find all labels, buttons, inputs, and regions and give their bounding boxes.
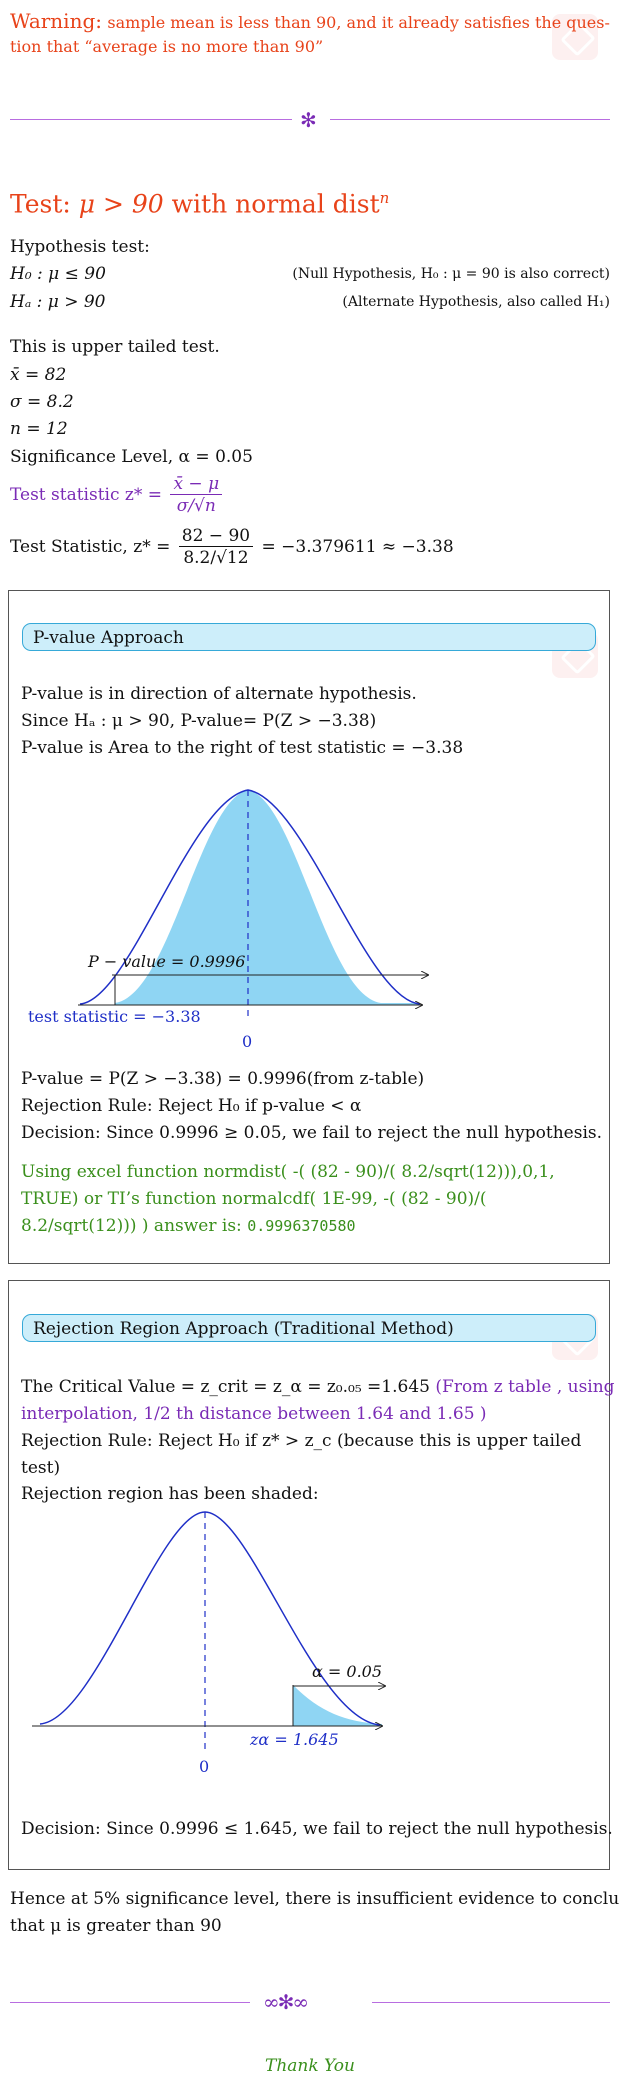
divider — [10, 2002, 250, 2003]
calc-numerator: 82 − 90 — [178, 526, 254, 547]
formula-numerator: x̄ − μ — [170, 474, 223, 495]
title-prefix: Test: — [10, 189, 79, 219]
excel-answer: 0.9996370580 — [247, 1217, 356, 1235]
ornament-icon: ✻ — [300, 108, 317, 132]
alt-hypothesis: Hₐ : μ > 90 — [10, 292, 106, 312]
warning-label: Warning: — [10, 9, 103, 33]
excel-line-1: Using excel function normdist( -( (82 - … — [21, 1162, 555, 1182]
chart-zero-label: 0 — [199, 1757, 210, 1776]
null-hypothesis-note: (Null Hypothesis, H₀ : μ = 90 is also co… — [292, 266, 610, 282]
critical-value-line: The Critical Value = z_crit = z_α = z₀.₀… — [21, 1376, 615, 1398]
calc-label: Test Statistic, z* = — [10, 537, 171, 557]
critical-value-line-2: interpolation, 1/2 th distance between 1… — [21, 1404, 487, 1424]
rejection-rule-1: Rejection Rule: Reject H₀ if z* > z_c (b… — [21, 1431, 582, 1451]
divider — [372, 2002, 610, 2003]
warning-line-2: tion that “average is no more than 90” — [10, 37, 324, 56]
null-hypothesis: H₀ : μ ≤ 90 — [10, 264, 106, 284]
pvalue-decision: Decision: Since 0.9996 ≥ 0.05, we fail t… — [21, 1123, 603, 1143]
pvalue-line-2: Since Hₐ : μ > 90, P-value= P(Z > −3.38) — [21, 711, 377, 731]
conclusion-line-1: Hence at 5% significance level, there is… — [10, 1889, 620, 1909]
title-math: μ > 90 — [78, 189, 164, 219]
divider — [10, 119, 292, 120]
critical-value-main: The Critical Value = z_crit = z_α = z₀.₀… — [21, 1377, 430, 1397]
calc-denominator: 8.2/√12 — [183, 548, 249, 568]
hypothesis-heading: Hypothesis test: — [10, 237, 150, 257]
chart-zero-label: 0 — [242, 1032, 253, 1051]
significance-level: Significance Level, α = 0.05 — [10, 447, 253, 467]
chart-alpha-label: α = 0.05 — [312, 1662, 383, 1681]
test-title: Test: μ > 90 with normal distn — [10, 183, 389, 219]
divider — [330, 119, 610, 120]
critical-value-note: (From z table , using — [435, 1377, 615, 1397]
sigma-value: σ = 8.2 — [10, 392, 74, 412]
tail-statement: This is upper tailed test. — [10, 337, 220, 357]
ornament-icon: ∞✻∞ — [263, 1990, 309, 2014]
pvalue-heading: P-value Approach — [22, 623, 596, 651]
calc-fraction: 82 − 90 8.2/√12 — [178, 526, 254, 569]
pvalue-shaded-area — [115, 790, 420, 1005]
thank-you: Thank You — [264, 2056, 355, 2076]
excel-text: 8.2/sqrt(12))) ) answer is: — [21, 1216, 242, 1236]
pvalue-result: P-value = P(Z > −3.38) = 0.9996(from z-t… — [21, 1069, 425, 1089]
title-sup: n — [379, 189, 390, 207]
warning-line: Warning: sample mean is less than 90, an… — [10, 10, 610, 34]
rejection-decision: Decision: Since 0.9996 ≤ 1.645, we fail … — [21, 1819, 613, 1839]
formula-denominator: σ/√n — [176, 496, 216, 516]
chart-test-statistic-label: test statistic = −3.38 — [28, 1007, 201, 1026]
pvalue-normal-curve-chart — [78, 789, 620, 1018]
rejection-curve — [39, 1511, 381, 1726]
rejection-heading: Rejection Region Approach (Traditional M… — [22, 1314, 596, 1342]
test-statistic-calc: Test Statistic, z* = 82 − 90 8.2/√12 = −… — [10, 525, 454, 569]
excel-line-2: TRUE) or TI’s function normalcdf( 1E-99,… — [21, 1189, 487, 1209]
chart-pvalue-label: P − value = 0.9996 — [88, 952, 246, 971]
alt-hypothesis-note: (Alternate Hypothesis, also called H₁) — [342, 294, 610, 310]
pvalue-rule: Rejection Rule: Reject H₀ if p-value < α — [21, 1096, 362, 1116]
calc-result: = −3.379611 ≈ −3.38 — [261, 537, 454, 557]
warning-text: sample mean is less than 90, and it alre… — [107, 13, 610, 32]
chart-z-alpha-label: zα = 1.645 — [250, 1730, 339, 1749]
excel-line-3: 8.2/sqrt(12))) ) answer is: 0.9996370580 — [21, 1215, 356, 1237]
rejection-shaded-area — [293, 1685, 382, 1726]
test-statistic-formula: Test statistic z* = x̄ − μ σ/√n — [10, 473, 225, 517]
pvalue-line-3: P-value is Area to the right of test sta… — [21, 738, 464, 758]
sample-mean: x̄ = 82 — [10, 365, 67, 385]
formula-fraction: x̄ − μ σ/√n — [170, 474, 223, 517]
sample-size: n = 12 — [10, 419, 68, 439]
conclusion-line-2: that μ is greater than 90 — [10, 1916, 222, 1936]
formula-label: Test statistic z* = — [10, 485, 163, 505]
rejection-rule-2: test) — [21, 1458, 61, 1478]
title-suffix: with normal dist — [163, 189, 380, 219]
pvalue-line-1: P-value is in direction of alternate hyp… — [21, 684, 417, 704]
